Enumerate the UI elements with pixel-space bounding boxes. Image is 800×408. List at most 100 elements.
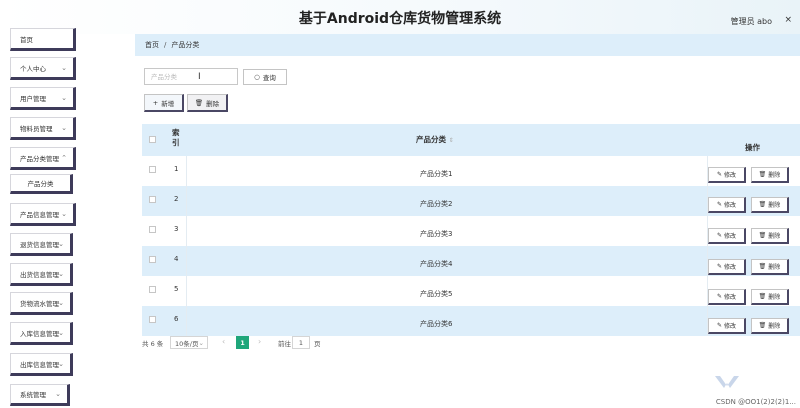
search-input[interactable] [144,68,238,85]
column-header-category[interactable]: 产品分类 ⇕ [416,134,454,145]
current-page[interactable]: 1 [236,336,249,349]
delete-button-label: 删除 [768,264,781,271]
text-cursor-icon: I [198,72,201,82]
column-header-index-text: 索 引 [172,128,180,147]
delete-button[interactable]: 🗑 删除 [751,289,789,305]
row-index: 2 [174,195,179,203]
sidebar-item-users[interactable]: 用户管理 ⌄ [10,87,76,110]
sidebar-item-label: 首页 [20,35,33,44]
row-index: 4 [174,255,179,263]
select-all-checkbox[interactable] [149,136,156,143]
edit-button[interactable]: ✎ 修改 [708,259,746,275]
chevron-down-icon: ⌄ [61,63,67,72]
sidebar-item-flow[interactable]: 货物流水管理 ⌄ [10,292,73,315]
row-checkbox[interactable] [149,286,156,293]
trash-icon: 🗑 [758,232,767,239]
sort-icon[interactable]: ⇕ [449,137,454,144]
row-index: 5 [174,285,179,293]
column-header-category-text: 产品分类 [416,135,446,144]
trash-icon: 🗑 [758,263,767,270]
sidebar-item-outbound[interactable]: 出库信息管理 ⌄ [10,353,73,376]
sidebar-item-label: 产品信息管理 [20,210,59,219]
sidebar-item-label: 退货信息管理 [20,240,59,249]
row-checkbox[interactable] [149,196,156,203]
edit-button[interactable]: ✎ 修改 [708,197,746,213]
chevron-down-icon: ⌄ [61,209,67,218]
sidebar-item-label: 入库信息管理 [20,329,59,338]
row-checkbox[interactable] [149,226,156,233]
edit-icon: ✎ [716,171,722,178]
sidebar-item-system[interactable]: 系统管理 ⌄ [10,384,70,406]
plus-icon: + [152,98,159,107]
breadcrumb-home[interactable]: 首页 [145,40,159,50]
row-checkbox[interactable] [149,256,156,263]
user-menu[interactable]: 管理员 abo [731,16,772,27]
next-page-icon[interactable]: › [258,337,261,346]
edit-button-label: 修改 [724,264,737,271]
delete-button[interactable]: 🗑 删除 [751,197,789,213]
close-icon[interactable]: × [784,15,792,25]
add-button[interactable]: + 新增 [144,94,184,112]
sidebar-item-home[interactable]: 首页 [10,28,76,51]
chevron-down-icon: ⌄ [198,338,204,347]
sidebar-item-label: 产品分类管理 [20,154,59,163]
column-header-actions: 操作 [745,143,760,152]
row-checkbox[interactable] [149,316,156,323]
sidebar-item-product-info[interactable]: 产品信息管理 ⌄ [10,203,76,226]
delete-button[interactable]: 🗑 删除 [751,318,789,334]
delete-button-label: 删除 [768,172,781,179]
goto-label: 前往 [278,340,291,348]
watermark: CSDN @OO1(2)2(2)1... [715,398,796,406]
chevron-down-icon: ⌄ [58,269,64,278]
edit-button[interactable]: ✎ 修改 [708,228,746,244]
sidebar-item-label: 产品分类 [27,180,54,188]
prev-page-icon[interactable]: ‹ [222,337,225,346]
row-category: 产品分类1 [420,170,453,178]
edit-button-label: 修改 [724,172,737,179]
delete-button[interactable]: 🗑 删除 [751,167,789,183]
sidebar-item-label: 个人中心 [20,64,46,73]
trash-icon: 🗑 [758,171,767,178]
sidebar-item-inbound[interactable]: 入库信息管理 ⌄ [10,322,73,345]
sidebar-item-category-mgmt[interactable]: 产品分类管理 ⌃ [10,147,76,170]
row-index: 6 [174,315,179,323]
trash-icon: 🗑 [758,293,767,300]
search-button[interactable]: ○ 查询 [243,69,287,85]
sidebar-item-category[interactable]: 产品分类 [10,174,73,194]
sidebar-item-personal[interactable]: 个人中心 ⌄ [10,57,76,80]
sidebar-item-label: 系统管理 [20,391,46,399]
chevron-down-icon: ⌄ [55,390,61,398]
sidebar-item-label: 出货信息管理 [20,270,59,279]
delete-button[interactable]: 🗑 删除 [751,228,789,244]
chevron-down-icon: ⌄ [58,328,64,337]
chevron-down-icon: ⌄ [58,359,64,368]
edit-button[interactable]: ✎ 修改 [708,289,746,305]
chevron-down-icon: ⌄ [58,239,64,248]
sidebar-item-label: 用户管理 [20,94,46,103]
row-category: 产品分类3 [420,230,453,238]
edit-button-label: 修改 [724,294,737,301]
sidebar-item-returns[interactable]: 退货信息管理 ⌄ [10,233,73,256]
table-row: 2 产品分类2 ✎ 修改 🗑 删除 [142,186,800,216]
page-size-select[interactable]: 10条/页 ⌄ [170,336,208,349]
edit-button-label: 修改 [724,323,737,330]
row-index: 1 [174,165,179,173]
search-button-label: 查询 [262,74,276,82]
delete-button-label: 删除 [768,294,781,301]
table-header: 索 引 产品分类 ⇕ 操作 [142,124,800,156]
goto-page-input[interactable]: 1 [292,336,310,349]
trash-icon: 🗑 [758,201,767,208]
table-row: 1 产品分类1 ✎ 修改 🗑 删除 [142,156,800,186]
delete-button[interactable]: 🗑 删除 [751,259,789,275]
edit-button[interactable]: ✎ 修改 [708,318,746,334]
breadcrumb-current: 产品分类 [171,41,200,49]
breadcrumb-separator: / [164,41,167,49]
sidebar-item-materials[interactable]: 物料员管理 ⌄ [10,117,76,140]
column-header-index: 索 引 [172,128,180,148]
row-checkbox[interactable] [149,166,156,173]
chevron-down-icon: ⌄ [61,93,67,102]
sidebar-item-shipping[interactable]: 出货信息管理 ⌄ [10,263,73,286]
edit-button[interactable]: ✎ 修改 [708,167,746,183]
bulk-delete-button[interactable]: 🗑 删除 [187,94,228,112]
edit-icon: ✎ [716,293,722,300]
